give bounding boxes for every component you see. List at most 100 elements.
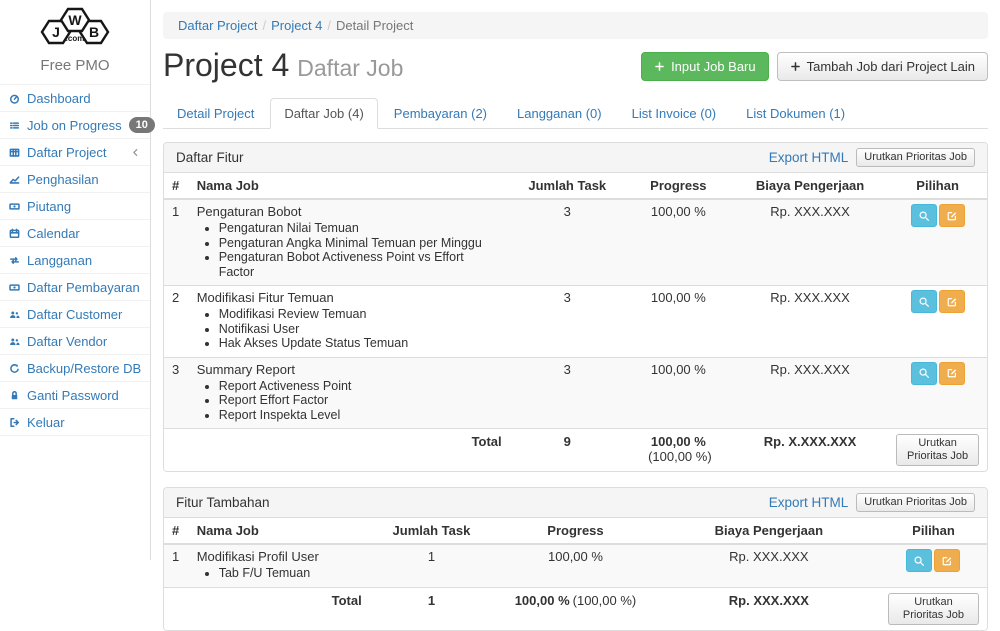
- svg-text:J: J: [52, 24, 60, 40]
- actions-cell: [888, 286, 987, 358]
- sidebar-item-label: Calendar: [27, 226, 80, 241]
- total-task-count: 9: [510, 429, 625, 472]
- sidebar-item-daftar-project[interactable]: Daftar Project: [0, 138, 150, 165]
- view-job-button[interactable]: [906, 549, 932, 572]
- sidebar-item-label: Piutang: [27, 199, 71, 214]
- subtask-item: Tab F/U Temuan: [219, 566, 362, 581]
- tab-list-dokumen-1[interactable]: List Dokumen (1): [732, 98, 859, 129]
- task-count-cell: 3: [510, 357, 625, 429]
- input-job-baru-button[interactable]: Input Job Baru: [641, 52, 769, 81]
- column-header: #: [164, 173, 189, 199]
- sort-priority-button[interactable]: Urutkan Prioritas Job: [896, 434, 979, 466]
- tab-list-invoice-0[interactable]: List Invoice (0): [618, 98, 731, 129]
- jwb-logo: J W B .com: [0, 0, 150, 55]
- sort-priority-button[interactable]: Urutkan Prioritas Job: [856, 148, 975, 167]
- signout-icon: [9, 417, 20, 428]
- sidebar-menu: Dashboard Job on Progress 10 Daftar Proj…: [0, 84, 150, 436]
- panel-title: Fitur Tambahan: [176, 494, 270, 511]
- chevron-left-icon: [129, 146, 142, 159]
- column-header: Progress: [493, 518, 658, 544]
- sidebar-item-label: Langganan: [27, 253, 92, 268]
- breadcrumb-current: Detail Project: [336, 18, 413, 33]
- chart-icon: [9, 174, 20, 185]
- sidebar-item-piutang[interactable]: Piutang: [0, 192, 150, 219]
- plus-icon: [790, 61, 801, 72]
- breadcrumb-link-daftar-project[interactable]: Daftar Project: [178, 18, 257, 33]
- progress-cell: 100,00 %: [625, 286, 732, 358]
- column-header: Pilihan: [888, 173, 987, 199]
- column-header: Biaya Pengerjaan: [658, 518, 880, 544]
- actions-cell: [880, 544, 987, 587]
- edit-icon: [941, 555, 953, 567]
- main-content: Daftar Project/Project 4/Detail Project …: [151, 0, 1000, 560]
- edit-icon: [946, 210, 958, 222]
- tambah-job-dari-project-lain-button[interactable]: Tambah Job dari Project Lain: [777, 52, 988, 81]
- task-count-cell: 3: [510, 286, 625, 358]
- view-job-button[interactable]: [911, 204, 937, 227]
- total-cost: Rp. XXX.XXX: [658, 587, 880, 630]
- sidebar-item-dashboard[interactable]: Dashboard: [0, 84, 150, 111]
- sidebar-item-backup-restore-db[interactable]: Backup/Restore DB: [0, 354, 150, 381]
- total-row: Total 1 100,00 %(100,00 %) Rp. XXX.XXX U…: [164, 587, 987, 630]
- sidebar-item-ganti-password[interactable]: Ganti Password: [0, 381, 150, 408]
- tab-daftar-job-4[interactable]: Daftar Job (4): [270, 98, 377, 129]
- signout-icon: [9, 417, 20, 428]
- column-header: Pilihan: [880, 518, 987, 544]
- edit-job-button[interactable]: [934, 549, 960, 572]
- job-name-cell: Modifikasi Fitur Temuan Modifikasi Revie…: [189, 286, 510, 358]
- table-row: 1 Modifikasi Profil User Tab F/U Temuan …: [164, 544, 987, 587]
- dashboard-icon: [9, 93, 20, 104]
- export-html-link[interactable]: Export HTML: [769, 494, 849, 511]
- chevron-left-icon: [129, 146, 142, 159]
- table-row: 3 Summary Report Report Activeness Point…: [164, 357, 987, 429]
- lock-icon: [9, 390, 20, 401]
- export-html-link[interactable]: Export HTML: [769, 149, 849, 166]
- edit-icon: [946, 367, 958, 379]
- retweet-icon: [9, 255, 20, 266]
- edit-job-button[interactable]: [939, 290, 965, 313]
- money-icon: [9, 201, 20, 212]
- search-icon: [918, 210, 930, 222]
- actions-cell: [888, 199, 987, 286]
- sidebar-item-job-on-progress[interactable]: Job on Progress 10: [0, 111, 150, 138]
- sidebar-item-daftar-vendor[interactable]: Daftar Vendor: [0, 327, 150, 354]
- sidebar-item-label: Daftar Pembayaran: [27, 280, 140, 295]
- list-icon: [9, 120, 20, 131]
- column-header: Nama Job: [189, 173, 510, 199]
- tab-pembayaran-2[interactable]: Pembayaran (2): [380, 98, 501, 129]
- edit-job-button[interactable]: [939, 204, 965, 227]
- users-icon: [9, 309, 20, 320]
- calendar-icon: [9, 228, 20, 239]
- sidebar-item-keluar[interactable]: Keluar: [0, 408, 150, 436]
- search-icon: [913, 555, 925, 567]
- view-job-button[interactable]: [911, 290, 937, 313]
- progress-cell: 100,00 %: [493, 544, 658, 587]
- tab-detail-project[interactable]: Detail Project: [163, 98, 268, 129]
- calendar-icon: [9, 228, 20, 239]
- sort-priority-button[interactable]: Urutkan Prioritas Job: [856, 493, 975, 512]
- search-icon: [918, 367, 930, 379]
- subtask-item: Pengaturan Bobot Activeness Point vs Eff…: [219, 250, 502, 279]
- sidebar-item-calendar[interactable]: Calendar: [0, 219, 150, 246]
- view-job-button[interactable]: [911, 362, 937, 385]
- subtask-item: Notifikasi User: [219, 322, 502, 337]
- sort-priority-button[interactable]: Urutkan Prioritas Job: [888, 593, 979, 625]
- total-cost: Rp. X.XXX.XXX: [732, 429, 888, 472]
- svg-text:.com: .com: [66, 34, 85, 43]
- breadcrumb-separator: /: [257, 18, 271, 33]
- column-header: Biaya Pengerjaan: [732, 173, 888, 199]
- breadcrumb-link-project-4[interactable]: Project 4: [271, 18, 322, 33]
- sidebar-item-label: Penghasilan: [27, 172, 99, 187]
- panel-fitur-tambahan: Fitur Tambahan Export HTML Urutkan Prior…: [163, 487, 988, 631]
- sidebar-item-langganan[interactable]: Langganan: [0, 246, 150, 273]
- row-number: 3: [164, 357, 189, 429]
- subtask-list: Pengaturan Nilai TemuanPengaturan Angka …: [197, 221, 502, 279]
- sidebar-item-daftar-customer[interactable]: Daftar Customer: [0, 300, 150, 327]
- job-table: #Nama JobJumlah TaskProgressBiaya Penger…: [164, 518, 987, 630]
- sidebar-item-penghasilan[interactable]: Penghasilan: [0, 165, 150, 192]
- tab-langganan-0[interactable]: Langganan (0): [503, 98, 616, 129]
- sidebar-item-daftar-pembayaran[interactable]: Daftar Pembayaran: [0, 273, 150, 300]
- sidebar-item-label: Keluar: [27, 415, 65, 430]
- edit-job-button[interactable]: [939, 362, 965, 385]
- money-icon: [9, 282, 20, 293]
